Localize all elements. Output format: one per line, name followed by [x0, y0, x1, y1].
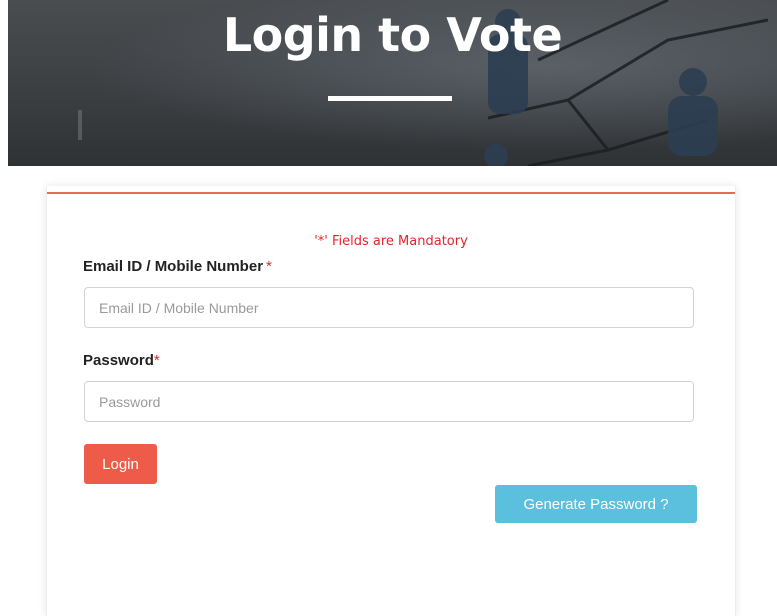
page-title: Login to Vote: [222, 8, 563, 62]
card-accent-line: [47, 192, 735, 194]
email-mobile-input[interactable]: [84, 287, 694, 328]
login-button[interactable]: Login: [84, 444, 157, 484]
generate-password-button[interactable]: Generate Password ?: [495, 485, 697, 523]
login-card: '*' Fields are Mandatory Email ID / Mobi…: [46, 186, 736, 616]
email-label-text: Email ID / Mobile Number: [83, 258, 264, 275]
password-label: Password*: [83, 352, 160, 369]
title-underline: [328, 96, 452, 101]
password-required-mark: *: [153, 352, 160, 369]
password-input[interactable]: [84, 381, 694, 422]
mandatory-fields-note: '*' Fields are Mandatory: [314, 234, 468, 249]
password-label-text: Password: [83, 352, 154, 369]
email-label: Email ID / Mobile Number *: [83, 258, 272, 275]
email-required-mark: *: [266, 258, 272, 275]
header-banner: Login to Vote: [8, 0, 777, 166]
